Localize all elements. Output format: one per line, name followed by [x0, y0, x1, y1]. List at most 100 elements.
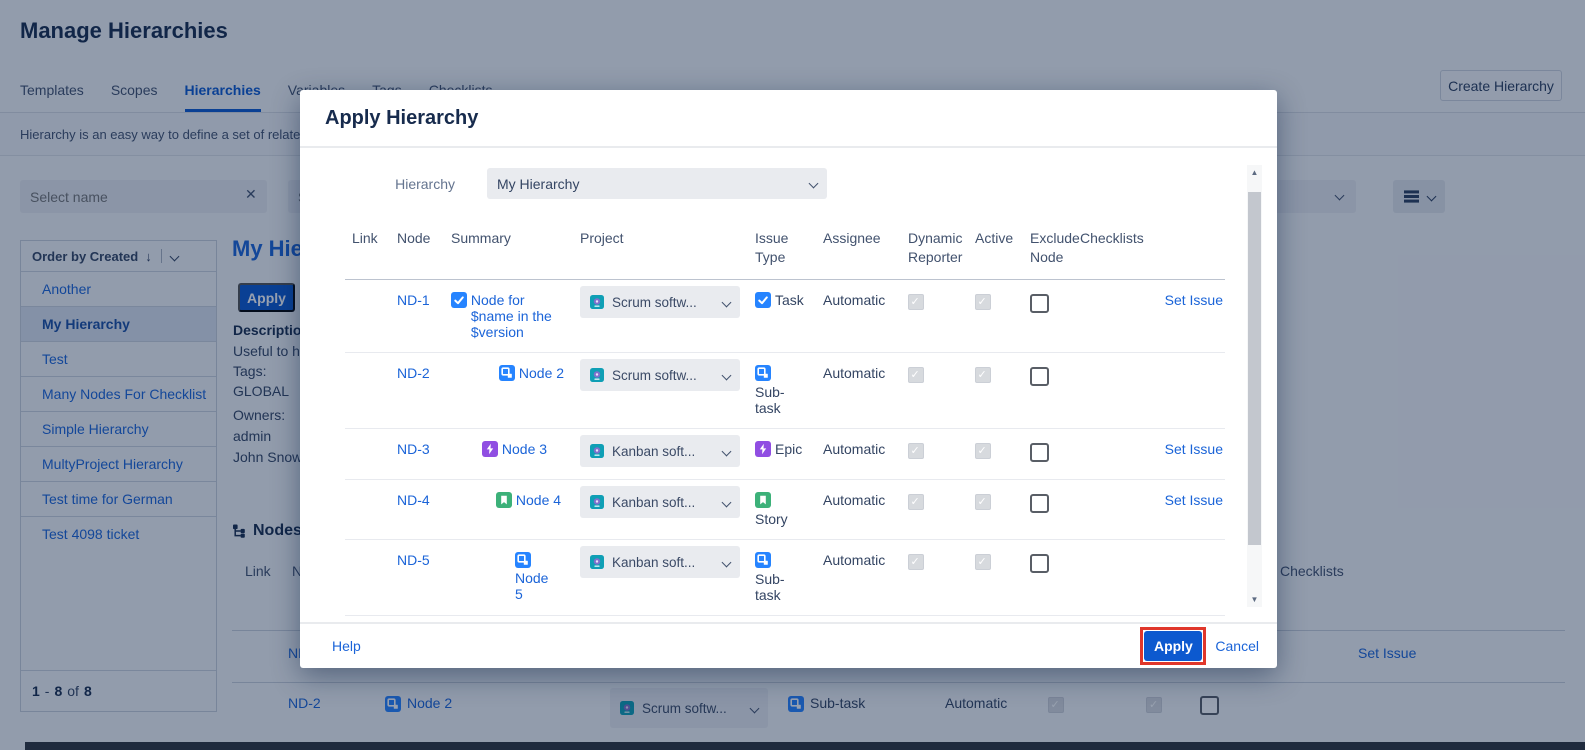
dynamic-reporter-checkbox	[908, 367, 924, 383]
project-select-value: Kanban soft...	[612, 555, 695, 570]
subtask-icon	[755, 552, 771, 568]
subtask-icon	[499, 365, 515, 381]
link-cell	[345, 280, 385, 352]
link-cell	[345, 480, 385, 539]
scroll-up-icon[interactable]: ▲	[1247, 168, 1262, 177]
apply-hierarchy-dialog: Apply Hierarchy Hierarchy My Hierarchy L…	[300, 90, 1277, 668]
issue-type-cell: Sub-task	[740, 353, 815, 428]
project-select[interactable]: Kanban soft...	[580, 546, 740, 578]
hierarchy-select-row: Hierarchy My Hierarchy	[300, 168, 1277, 199]
node-link[interactable]: ND-5	[397, 552, 430, 568]
assignee-cell: Automatic	[815, 540, 893, 615]
project-select-value: Kanban soft...	[612, 444, 695, 459]
col-project: Project	[565, 229, 740, 279]
active-cell	[959, 353, 1014, 428]
col-summary: Summary	[437, 229, 565, 279]
project-avatar-icon	[590, 295, 604, 309]
checklists-cell	[1072, 280, 1138, 352]
set-issue-link[interactable]: Set Issue	[1165, 441, 1223, 457]
screen: Manage Hierarchies Create Hierarchy Temp…	[0, 0, 1585, 750]
node-id-cell: ND-2	[385, 353, 437, 428]
summary-cell: Node 3	[437, 429, 565, 479]
exclude-node-checkbox[interactable]	[1030, 494, 1049, 513]
set-issue-link[interactable]: Set Issue	[1165, 492, 1223, 508]
exclude-node-checkbox[interactable]	[1030, 554, 1049, 573]
epic-icon	[755, 441, 771, 457]
summary-link[interactable]: Node 3	[502, 441, 547, 457]
active-checkbox	[975, 367, 991, 383]
project-cell: Kanban soft...	[565, 429, 740, 479]
active-checkbox	[975, 443, 991, 459]
checklists-cell	[1072, 353, 1138, 428]
dynamic-reporter-checkbox	[908, 443, 924, 459]
table-row: ND-2 Node 2 Scrum softw... Sub-task	[345, 353, 1225, 429]
col-assignee: Assignee	[815, 229, 893, 279]
link-cell	[345, 540, 385, 615]
project-select[interactable]: Scrum softw...	[580, 359, 740, 391]
issue-type-label: Sub-task	[755, 571, 801, 603]
dynamic-reporter-cell	[893, 353, 959, 428]
exclude-node-cell	[1014, 353, 1072, 428]
epic-icon	[482, 441, 498, 457]
col-link: Link	[345, 229, 385, 279]
project-avatar-icon	[590, 495, 604, 509]
exclude-node-checkbox[interactable]	[1030, 443, 1049, 462]
set-issue-link[interactable]: Set Issue	[1165, 292, 1223, 308]
assignee-cell: Automatic	[815, 429, 893, 479]
summary-link[interactable]: Node 5	[515, 570, 557, 602]
project-select[interactable]: Kanban soft...	[580, 435, 740, 467]
assignee-cell: Automatic	[815, 353, 893, 428]
cancel-link[interactable]: Cancel	[1215, 638, 1259, 654]
dialog-footer: Help Apply Cancel	[300, 622, 1277, 668]
exclude-node-checkbox[interactable]	[1030, 294, 1049, 313]
assignee-cell: Automatic	[815, 280, 893, 352]
issue-type-cell: Sub-task	[740, 540, 815, 615]
col-actions	[1138, 229, 1225, 279]
node-link[interactable]: ND-4	[397, 492, 430, 508]
active-cell	[959, 480, 1014, 539]
summary-link[interactable]: Node for $name in the $version	[471, 292, 561, 340]
project-cell: Kanban soft...	[565, 540, 740, 615]
summary-link[interactable]: Node 4	[516, 492, 561, 508]
task-icon	[755, 292, 771, 308]
node-link[interactable]: ND-3	[397, 441, 430, 457]
exclude-node-checkbox[interactable]	[1030, 367, 1049, 386]
chevron-down-icon	[722, 370, 732, 380]
project-select[interactable]: Scrum softw...	[580, 286, 740, 318]
col-active: Active	[959, 229, 1014, 279]
help-link[interactable]: Help	[332, 638, 361, 654]
issue-type-label: Sub-task	[755, 384, 801, 416]
table-row: ND-5 Node 5 Kanban soft... Sub-task	[345, 540, 1225, 616]
project-cell: Scrum softw...	[565, 353, 740, 428]
issue-type-label: Epic	[775, 441, 802, 457]
nodes-table: Link Node Summary Project Issue Type Ass…	[345, 229, 1225, 616]
exclude-node-cell	[1014, 540, 1072, 615]
chevron-down-icon	[722, 557, 732, 567]
exclude-node-cell	[1014, 280, 1072, 352]
dynamic-reporter-checkbox	[908, 494, 924, 510]
checklists-cell	[1072, 540, 1138, 615]
project-select-value: Scrum softw...	[612, 295, 697, 310]
task-icon	[451, 292, 467, 308]
apply-button[interactable]: Apply	[1144, 631, 1202, 661]
scroll-down-icon[interactable]: ▼	[1247, 595, 1262, 604]
hierarchy-select-value: My Hierarchy	[497, 176, 579, 192]
chevron-down-icon	[722, 297, 732, 307]
assignee-cell: Automatic	[815, 480, 893, 539]
node-link[interactable]: ND-2	[397, 365, 430, 381]
dynamic-reporter-cell	[893, 429, 959, 479]
scrollbar-thumb[interactable]	[1248, 192, 1261, 545]
active-checkbox	[975, 294, 991, 310]
hierarchy-select[interactable]: My Hierarchy	[487, 168, 827, 199]
checklists-cell	[1072, 480, 1138, 539]
active-checkbox	[975, 494, 991, 510]
summary-link[interactable]: Node 2	[519, 365, 564, 381]
col-dynamic-reporter: Dynamic Reporter	[893, 229, 959, 279]
project-select-value: Kanban soft...	[612, 495, 695, 510]
project-cell: Kanban soft...	[565, 480, 740, 539]
table-row: ND-4 Node 4 Kanban soft... Story	[345, 480, 1225, 540]
actions-cell: Set Issue	[1138, 280, 1225, 352]
modal-scrollbar[interactable]: ▲ ▼	[1247, 165, 1262, 607]
project-select[interactable]: Kanban soft...	[580, 486, 740, 518]
node-link[interactable]: ND-1	[397, 292, 430, 308]
